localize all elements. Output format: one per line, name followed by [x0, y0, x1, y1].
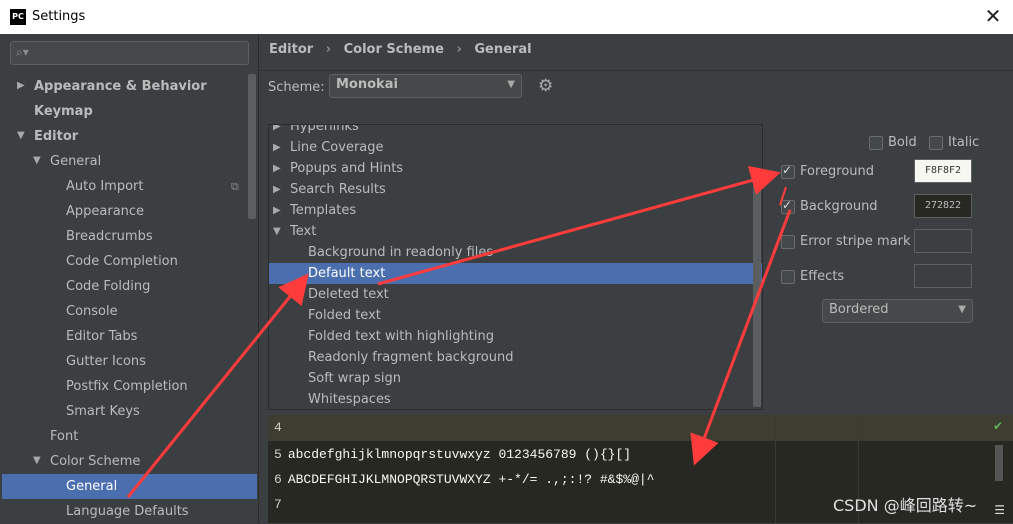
tree-item-font[interactable]: Font [50, 424, 78, 449]
list-item-soft-wrap[interactable]: Soft wrap sign [269, 368, 762, 389]
preview-line: 5 abcdefghijklmnopqrstuvwxyz 0123456789 (… [274, 447, 632, 462]
italic-label: Italic [948, 135, 980, 150]
current-line-highlight [268, 415, 1013, 441]
collapse-arrow-icon[interactable]: ▼ [33, 155, 41, 166]
italic-checkbox[interactable] [929, 136, 943, 150]
list-item-readonly-fragment[interactable]: Readonly fragment background [269, 347, 762, 368]
expand-arrow-icon: ▶ [273, 124, 281, 132]
tree-item-editor[interactable]: Editor [34, 124, 78, 149]
window-title: Settings [32, 9, 86, 24]
list-item-text[interactable]: ▼ Text [269, 221, 762, 242]
tree-item-breadcrumbs[interactable]: Breadcrumbs [66, 224, 153, 249]
editor-scrollbar[interactable] [995, 445, 1003, 481]
breadcrumb-color-scheme[interactable]: Color Scheme [344, 42, 444, 57]
chevron-down-icon: ▼ [958, 304, 966, 315]
sidebar-scrollbar[interactable] [248, 74, 256, 219]
tree-item-language-defaults[interactable]: Language Defaults [66, 499, 189, 524]
tree-item-editor-tabs[interactable]: Editor Tabs [66, 324, 137, 349]
list-item-deleted-text[interactable]: Deleted text [269, 284, 762, 305]
effects-color-swatch[interactable] [914, 264, 972, 288]
gear-icon[interactable]: ⚙ [538, 76, 553, 96]
tree-item-gutter-icons[interactable]: Gutter Icons [66, 349, 146, 374]
foreground-label: Foreground [800, 164, 875, 179]
effects-checkbox[interactable] [781, 270, 795, 284]
list-item-templates[interactable]: ▶ Templates [269, 200, 762, 221]
list-item-popups-hints[interactable]: ▶ Popups and Hints [269, 158, 762, 179]
bold-label: Bold [888, 135, 917, 150]
background-label: Background [800, 199, 878, 214]
tree-item-code-completion[interactable]: Code Completion [66, 249, 178, 274]
list-scroll-thumb[interactable] [753, 185, 761, 407]
effects-label: Effects [800, 269, 845, 284]
scheme-dropdown[interactable]: Monokai ▼ [329, 74, 522, 98]
list-item-line-coverage[interactable]: ▶ Line Coverage [269, 137, 762, 158]
list-item-folded-text[interactable]: Folded text [269, 305, 762, 326]
error-stripe-color-swatch[interactable] [914, 229, 972, 253]
indent-guide [775, 415, 776, 523]
attribute-list: ▶ Hyperlinks ▶ Line Coverage ▶ Popups and H… [268, 124, 763, 410]
close-icon[interactable]: ✕ [981, 4, 1005, 28]
chevron-down-icon: ▼ [507, 79, 515, 90]
bold-checkbox[interactable] [869, 136, 883, 150]
foreground-color-swatch[interactable]: F8F8F2 [914, 159, 972, 183]
expand-arrow-icon: ▶ [273, 205, 281, 216]
tree-item-general[interactable]: General [50, 149, 101, 174]
search-icon: ⌕▾ [16, 45, 29, 59]
header-divider [259, 70, 1013, 71]
background-color-swatch[interactable]: 272822 [914, 194, 972, 218]
checkmark-icon: ✔ [992, 419, 1003, 433]
tree-item-smart-keys[interactable]: Smart Keys [66, 399, 140, 424]
tree-item-color-scheme[interactable]: Color Scheme [50, 449, 140, 474]
scheme-label: Scheme: [268, 80, 325, 95]
expand-arrow-icon[interactable]: ▶ [17, 80, 25, 91]
foreground-checkbox[interactable] [781, 163, 795, 179]
breadcrumb: Editor › Color Scheme › General [269, 42, 540, 57]
preview-line: 7 [274, 497, 282, 512]
collapse-arrow-icon: ▼ [273, 226, 281, 237]
expand-arrow-icon: ▶ [273, 142, 281, 153]
tree-item-code-folding[interactable]: Code Folding [66, 274, 150, 299]
effect-type-value: Bordered [829, 302, 889, 317]
title-bar: PC Settings ✕ [0, 0, 1013, 34]
breadcrumb-separator: › [456, 42, 462, 57]
list-item-bg-readonly[interactable]: Background in readonly files [269, 242, 762, 263]
error-stripe-checkbox[interactable] [781, 235, 795, 249]
tree-item-color-scheme-general[interactable]: General [2, 474, 257, 499]
list-scrollbar[interactable] [753, 125, 761, 409]
list-item-folded-highlighting[interactable]: Folded text with highlighting [269, 326, 762, 347]
settings-sidebar: ⌕▾ ▶ Appearance & Behavior Keymap ▼ Edit… [0, 34, 259, 523]
tree-item-console[interactable]: Console [66, 299, 118, 324]
breadcrumb-editor[interactable]: Editor [269, 42, 313, 57]
tree-item-keymap[interactable]: Keymap [34, 99, 93, 124]
background-checkbox[interactable] [781, 198, 795, 214]
list-item-hyperlinks[interactable]: ▶ Hyperlinks [269, 124, 762, 137]
breadcrumb-separator: › [325, 42, 332, 57]
list-item-whitespaces[interactable]: Whitespaces [269, 389, 762, 409]
preview-line: 4 [274, 420, 282, 435]
preview-line: 6 ABCDEFGHIJKLMNOPQRSTUVWXYZ +-*/= .,;:!?… [274, 472, 655, 487]
list-item-search-results[interactable]: ▶ Search Results [269, 179, 762, 200]
expand-arrow-icon: ▶ [273, 163, 281, 174]
error-stripe-label: Error stripe mark [800, 234, 911, 249]
collapse-arrow-icon[interactable]: ▼ [17, 130, 25, 141]
list-item-default-text[interactable]: Default text [269, 263, 762, 284]
scheme-value: Monokai [336, 77, 398, 92]
tree-item-postfix-completion[interactable]: Postfix Completion [66, 374, 188, 399]
project-level-icon: ⧉ [231, 180, 239, 193]
menu-icon: ☰ [994, 503, 1005, 517]
tree-item-auto-import[interactable]: Auto Import [66, 174, 143, 199]
tree-item-appearance[interactable]: Appearance [66, 199, 144, 224]
watermark: CSDN @峰回路转~ [833, 496, 978, 515]
search-input[interactable]: ⌕▾ [10, 41, 249, 65]
tree-item-appearance-behavior[interactable]: Appearance & Behavior [34, 74, 207, 99]
app-logo-icon: PC [10, 9, 26, 25]
breadcrumb-general: General [474, 42, 532, 57]
expand-arrow-icon: ▶ [273, 184, 281, 195]
effect-type-dropdown[interactable]: Bordered ▼ [822, 299, 973, 323]
collapse-arrow-icon[interactable]: ▼ [33, 455, 41, 466]
main-panel: Editor › Color Scheme › General Scheme: … [259, 34, 1013, 523]
